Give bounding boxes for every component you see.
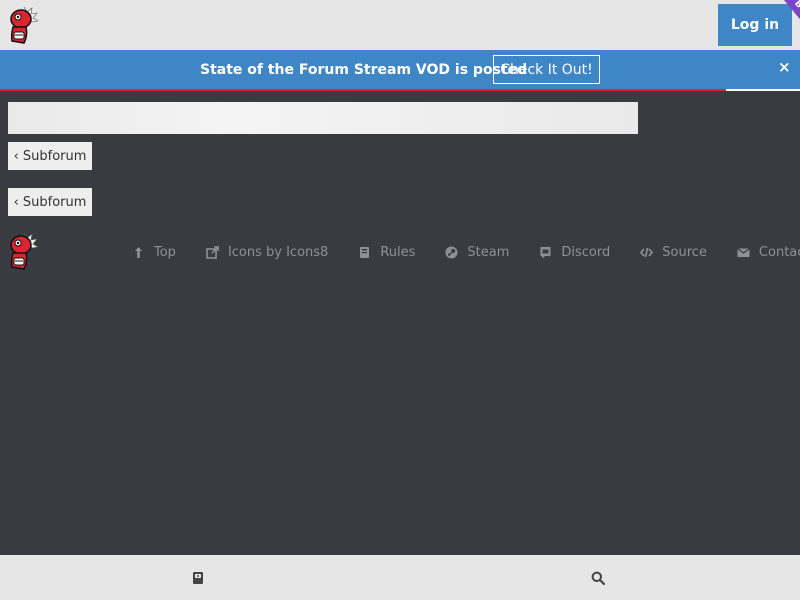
footer-link-label: Contact bbox=[758, 244, 800, 260]
footer-link-top[interactable]: Top bbox=[132, 245, 176, 260]
arrow-up-icon bbox=[132, 246, 145, 259]
footer-link-rules[interactable]: Rules bbox=[358, 245, 415, 260]
external-link-icon bbox=[206, 245, 219, 259]
footer-link-label: Icons by Icons8 bbox=[227, 244, 329, 260]
footer-link-label: Discord bbox=[561, 244, 611, 260]
discord-icon bbox=[539, 246, 552, 259]
announcement-text: State of the Forum Stream VOD is posted bbox=[200, 62, 528, 78]
site-logo[interactable] bbox=[6, 5, 38, 45]
footer-link-label: Steam bbox=[467, 244, 510, 260]
search-icon[interactable] bbox=[591, 571, 605, 585]
footer-link-icons8[interactable]: Icons by Icons8 bbox=[206, 245, 328, 260]
footer-links: Top Icons by Icons8 Rules Steam Discord … bbox=[132, 243, 800, 261]
footer-link-contact[interactable]: Contact bbox=[737, 245, 800, 260]
subforum-back-button-top[interactable]: ‹ Subforum bbox=[8, 142, 92, 170]
announcement-progress-bar bbox=[0, 89, 726, 91]
footer-link-source[interactable]: Source bbox=[640, 245, 707, 260]
top-header: Log in BETA bbox=[0, 0, 800, 50]
book-icon[interactable] bbox=[191, 571, 205, 585]
announcement-progress-track bbox=[726, 89, 800, 91]
footer-link-label: Top bbox=[154, 244, 176, 260]
footer-link-steam[interactable]: Steam bbox=[445, 245, 509, 260]
check-it-out-button[interactable]: Check It Out! bbox=[493, 55, 600, 84]
footer-link-label: Rules bbox=[380, 244, 416, 260]
footer-link-label: Source bbox=[662, 244, 707, 260]
subforum-back-button-bottom[interactable]: ‹ Subforum bbox=[8, 188, 92, 216]
footer-link-discord[interactable]: Discord bbox=[539, 245, 610, 260]
footer-logo[interactable] bbox=[6, 230, 38, 272]
thread-title-placeholder bbox=[8, 102, 638, 134]
bottom-navigation-bar bbox=[0, 555, 800, 600]
book-icon bbox=[358, 246, 371, 259]
announcement-bar: State of the Forum Stream VOD is posted … bbox=[0, 50, 800, 91]
envelope-icon bbox=[737, 246, 750, 259]
beta-ribbon-container: BETA bbox=[740, 0, 800, 40]
steam-icon bbox=[445, 246, 458, 259]
announcement-close-button[interactable]: × bbox=[778, 60, 791, 75]
beta-ribbon: BETA bbox=[776, 0, 800, 40]
code-icon bbox=[640, 246, 654, 259]
